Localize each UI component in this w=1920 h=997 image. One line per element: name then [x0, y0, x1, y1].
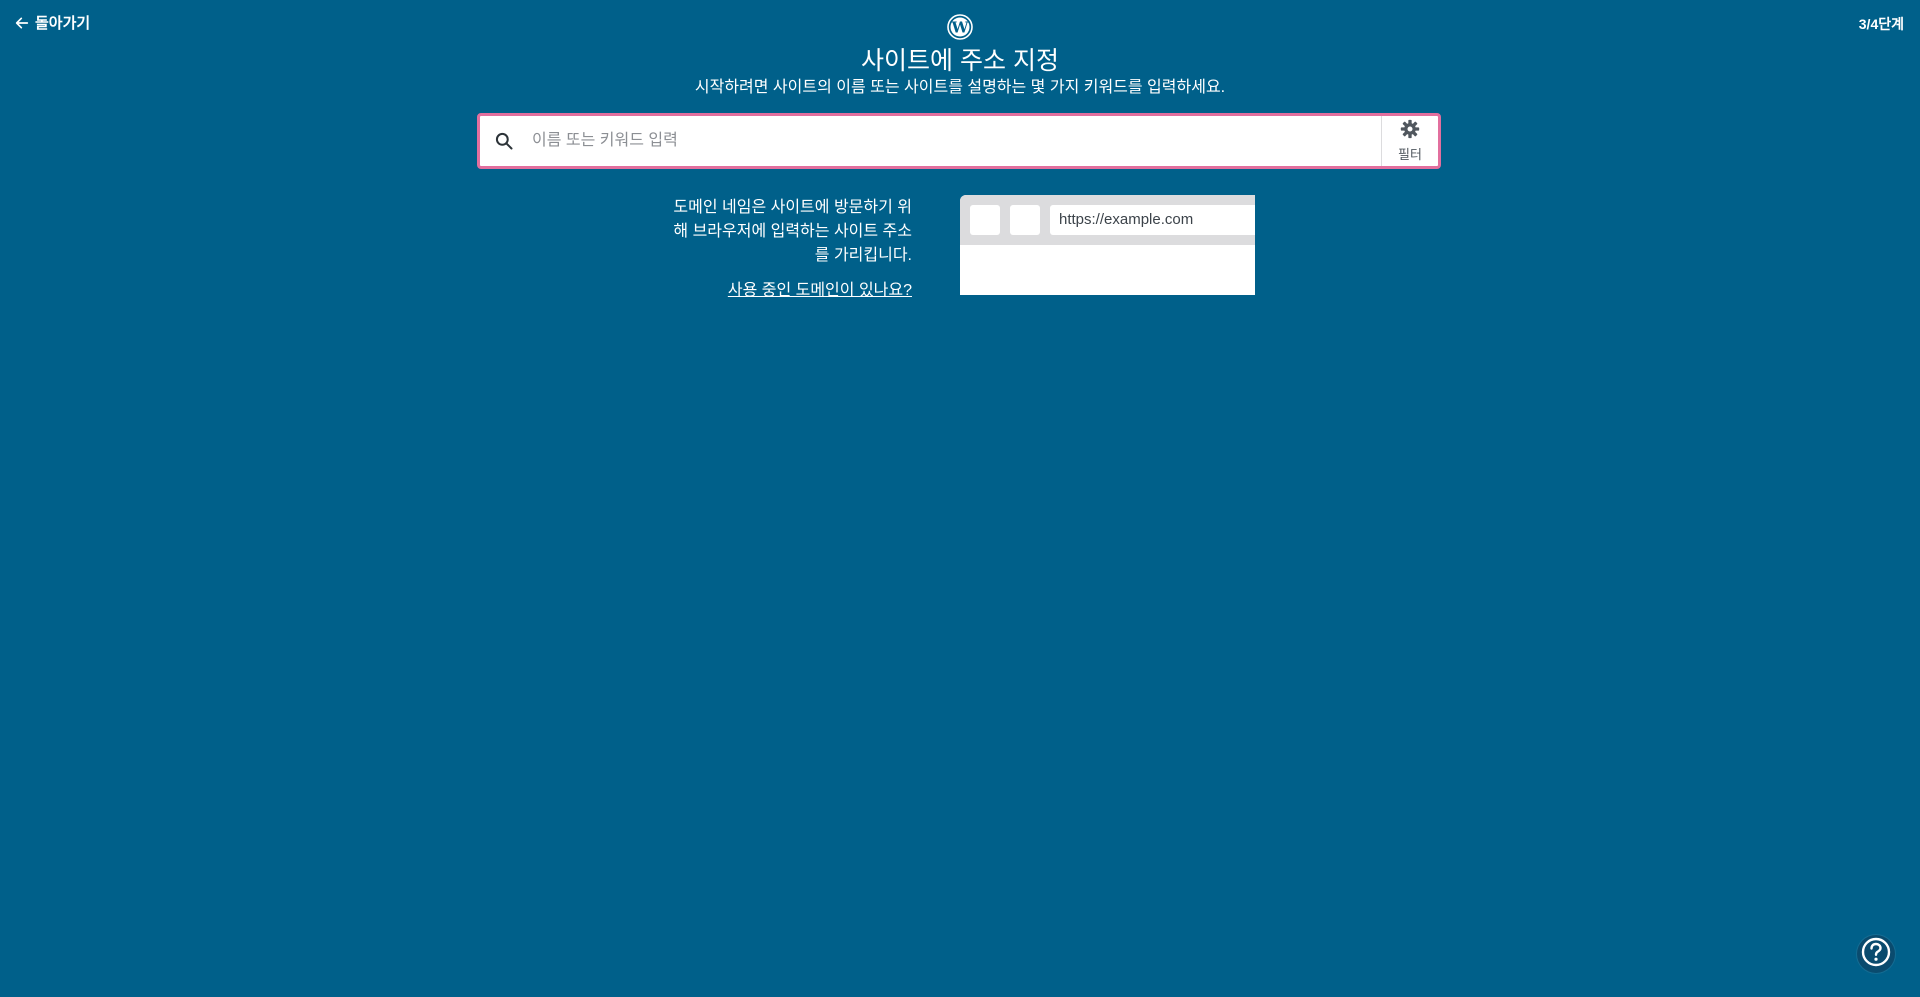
domain-description: 도메인 네임은 사이트에 방문하기 위해 브라우저에 입력하는 사이트 주소를 …: [673, 199, 912, 264]
help-button[interactable]: [1857, 935, 1895, 973]
page-title: 사이트에 주소 지정: [861, 47, 1059, 75]
browser-forward-placeholder: [1010, 205, 1040, 235]
step-indicator: 3/4단계: [1858, 16, 1904, 32]
search-icon: [480, 116, 528, 166]
filter-button[interactable]: 필터: [1381, 116, 1438, 166]
browser-illustration: https://example.com: [960, 195, 1255, 295]
svg-text:W: W: [951, 19, 970, 37]
back-button[interactable]: 돌아가기: [14, 12, 90, 33]
example-url: https://example.com: [1050, 205, 1255, 235]
page-subtitle: 시작하려면 사이트의 이름 또는 사이트를 설명하는 몇 가지 키워드를 입력하…: [694, 79, 1226, 96]
filter-label: 필터: [1398, 147, 1422, 162]
browser-back-placeholder: [970, 205, 1000, 235]
arrow-left-icon: [14, 15, 30, 31]
domain-search-input[interactable]: [528, 116, 1381, 166]
browser-toolbar: https://example.com: [960, 195, 1255, 245]
back-label: 돌아가기: [35, 15, 91, 32]
gear-icon: [1400, 119, 1420, 142]
help-icon: [1859, 935, 1893, 974]
wordpress-logo-icon: W: [947, 14, 973, 40]
domain-search-box: 필터: [477, 113, 1441, 169]
existing-domain-link[interactable]: 사용 중인 도메인이 있나요?: [728, 276, 912, 300]
